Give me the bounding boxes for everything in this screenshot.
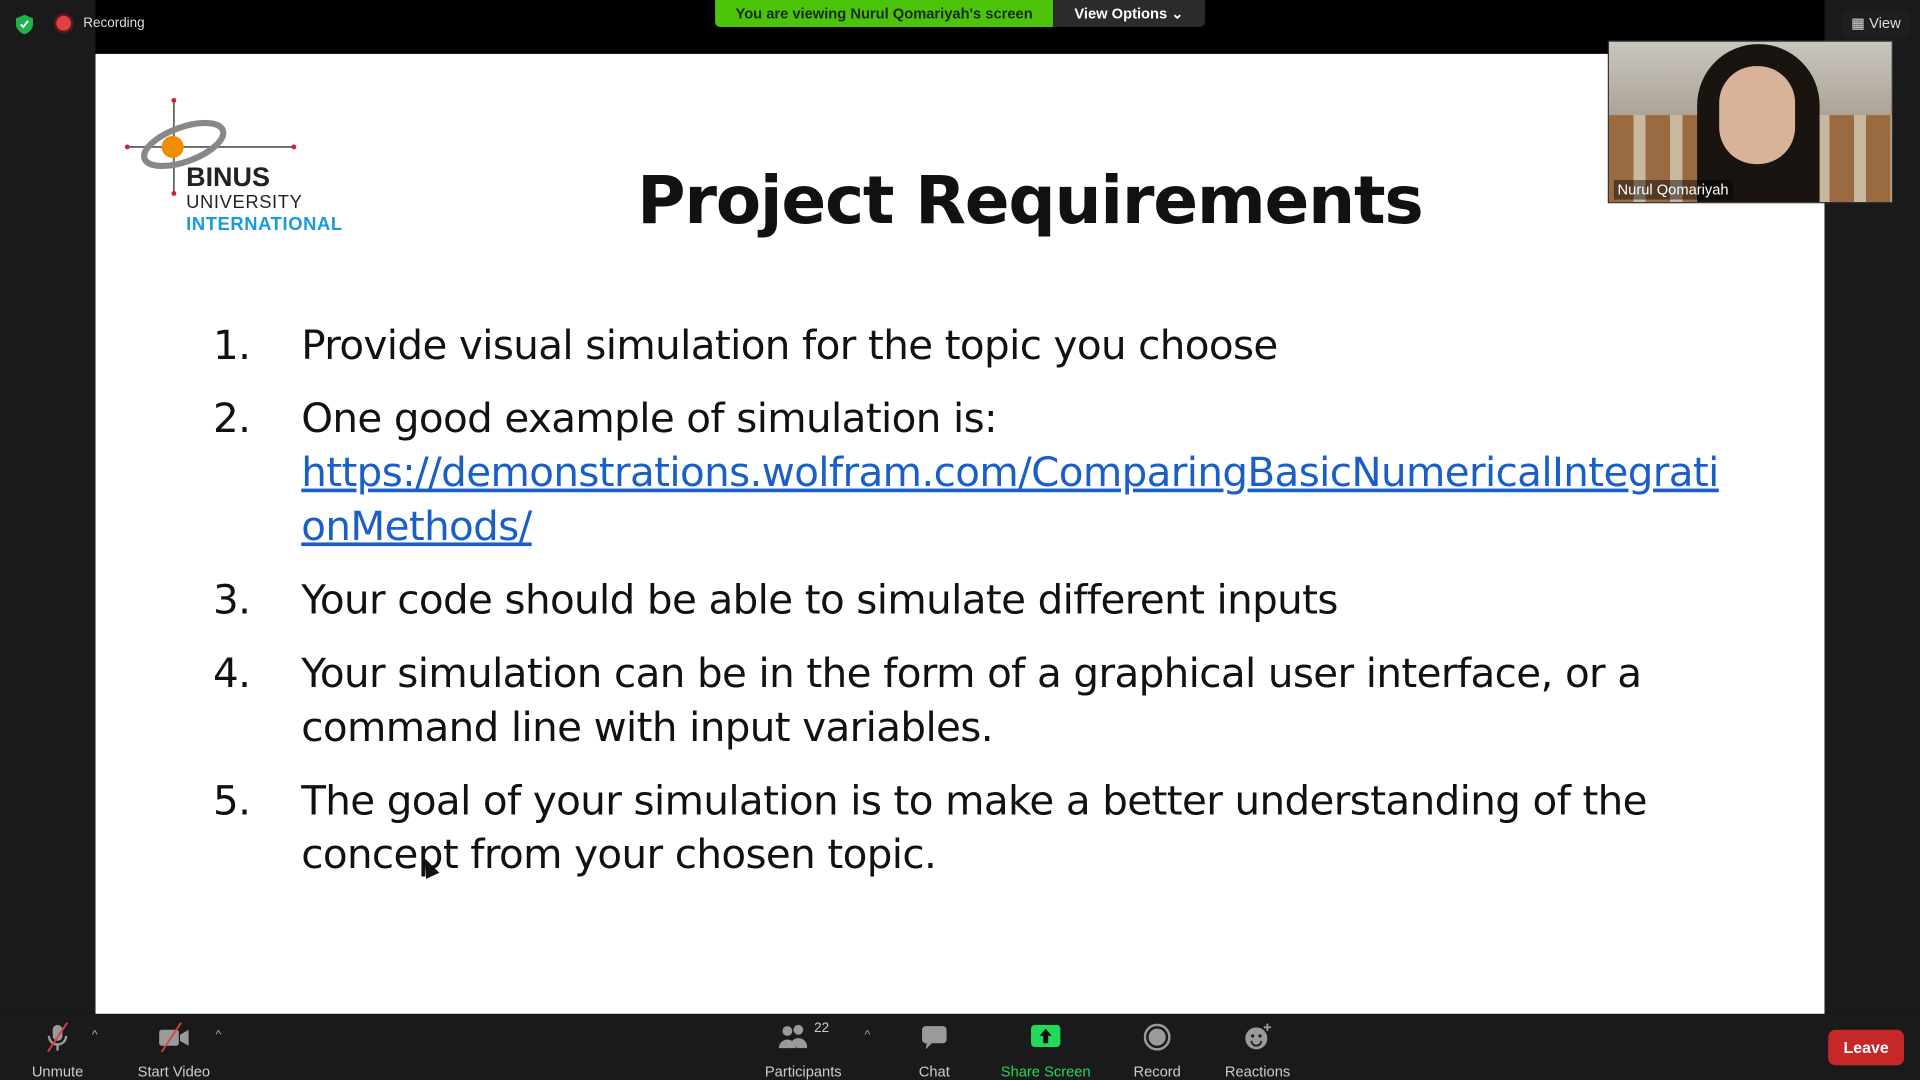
participants-icon [778,1024,807,1049]
record-icon [1127,1021,1188,1053]
item-number: 4. [213,648,251,697]
leave-button[interactable]: Leave [1828,1029,1905,1066]
unmute-button[interactable]: Unmute [24,1021,90,1080]
chevron-down-icon: ⌄ [1171,4,1184,23]
item-number: 3. [213,575,251,624]
list-item: 4. Your simulation can be in the form of … [213,647,1731,755]
list-item: 1. Provide visual simulation for the topi… [213,318,1731,372]
item-number: 2. [213,394,251,443]
view-options-button[interactable]: View Options ⌄ [1053,0,1205,27]
share-screen-icon [997,1021,1095,1053]
recording-icon [56,15,72,31]
participants-button[interactable]: 22 Participants [759,1021,847,1080]
list-item: 5. The goal of your simulation is to make… [213,774,1731,882]
video-off-icon [130,1021,218,1053]
muted-microphone-icon [24,1021,90,1053]
reactions-button[interactable]: Reactions [1220,1021,1296,1080]
unmute-label: Unmute [31,1062,84,1080]
share-screen-button[interactable]: Share Screen [997,1021,1095,1080]
record-button[interactable]: Record [1127,1021,1188,1080]
item-text: Your simulation can be in the form of a … [301,648,1642,751]
participant-face [1719,66,1796,165]
view-button[interactable]: ▦ View [1841,9,1911,37]
participants-count: 22 [814,1021,830,1036]
record-label: Record [1133,1062,1181,1080]
viewing-screen-banner: You are viewing Nurul Qomariyah's screen [715,0,1054,27]
start-video-button[interactable]: Start Video [130,1021,218,1080]
logo-text-international: INTERNATIONAL [186,214,343,236]
chat-icon [906,1021,962,1053]
item-text: The goal of your simulation is to make a… [301,776,1647,878]
start-video-label: Start Video [137,1062,211,1080]
item-number: 5. [213,776,251,825]
logo-text-binus: BINUS [186,161,270,193]
item-number: 1. [213,320,251,369]
security-shield-icon[interactable] [15,14,34,35]
audio-options-caret-icon[interactable]: ^ [92,1029,98,1042]
share-screen-label: Share Screen [1000,1062,1091,1080]
chat-label: Chat [918,1062,950,1080]
participant-name: Nurul Qomariyah [1613,180,1733,200]
recording-label: Recording [83,15,145,31]
list-item: 3. Your code should be able to simulate d… [213,573,1731,627]
video-options-caret-icon[interactable]: ^ [216,1029,222,1042]
requirements-list: 1. Provide visual simulation for the topi… [213,318,1731,901]
grid-icon: ▦ [1851,14,1866,32]
logo-text-university: UNIVERSITY [186,192,303,214]
view-options-label: View Options [1074,4,1168,23]
view-label: View [1869,14,1901,32]
meeting-toolbar: Unmute ^ Start Video ^ 22 Participants ^… [0,1013,1920,1080]
list-item: 2. One good example of simulation is: http… [213,392,1731,554]
left-margin [0,0,96,1014]
participants-caret-icon[interactable]: ^ [864,1029,870,1042]
item-text: Your code should be able to simulate dif… [301,575,1338,624]
participant-video-thumbnail[interactable]: Nurul Qomariyah [1607,40,1894,204]
reactions-label: Reactions [1224,1062,1291,1080]
slide-title: Project Requirements [637,161,1424,239]
chat-button[interactable]: Chat [906,1021,962,1080]
reactions-smiley-icon [1220,1021,1296,1053]
item-text: Provide visual simulation for the topic … [301,320,1278,369]
binus-logo: BINUS UNIVERSITY INTERNATIONAL [124,97,370,245]
shared-slide: BINUS UNIVERSITY INTERNATIONAL Project R… [95,53,1825,1014]
wolfram-demo-link[interactable]: https://demonstrations.wolfram.com/Compa… [301,446,1731,554]
participants-label: Participants [764,1062,842,1080]
item-text: One good example of simulation is: [301,394,998,443]
